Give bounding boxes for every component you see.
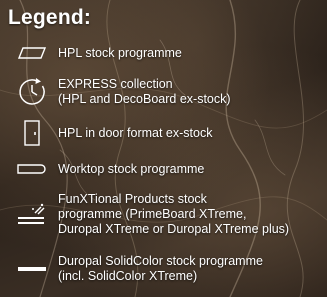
- worktop-icon: [14, 164, 50, 174]
- legend-item-label: EXPRESS collection (HPL and DecoBoard ex…: [58, 77, 231, 106]
- solid-bar-icon: [14, 266, 50, 272]
- legend-item-label: Worktop stock programme: [58, 161, 205, 176]
- legend-item-label: HPL in door format ex-stock: [58, 125, 213, 140]
- hpl-sheet-icon: [14, 47, 50, 59]
- legend-item-worktop: Worktop stock programme: [0, 158, 327, 180]
- legend-item-label: Duropal SolidColor stock programme (incl…: [58, 254, 263, 283]
- legend-item-door-format: HPL in door format ex-stock: [0, 118, 327, 148]
- legend-item-solidcolor: Duropal SolidColor stock programme (incl…: [0, 252, 327, 286]
- legend-item-express: EXPRESS collection (HPL and DecoBoard ex…: [0, 74, 327, 110]
- clock-icon: [14, 77, 50, 107]
- legend-item-hpl-stock: HPL stock programme: [0, 42, 327, 64]
- legend-title: Legend:: [8, 6, 92, 29]
- legend-panel: Legend: HPL stock programme EXPRESS coll…: [0, 0, 327, 297]
- sparkle-board-icon: [14, 202, 50, 226]
- legend-item-label: HPL stock programme: [58, 45, 182, 60]
- legend-item-funxtional: FunXTional Products stock programme (Pri…: [0, 190, 327, 238]
- door-icon: [14, 120, 50, 146]
- legend-item-label: FunXTional Products stock programme (Pri…: [58, 191, 290, 236]
